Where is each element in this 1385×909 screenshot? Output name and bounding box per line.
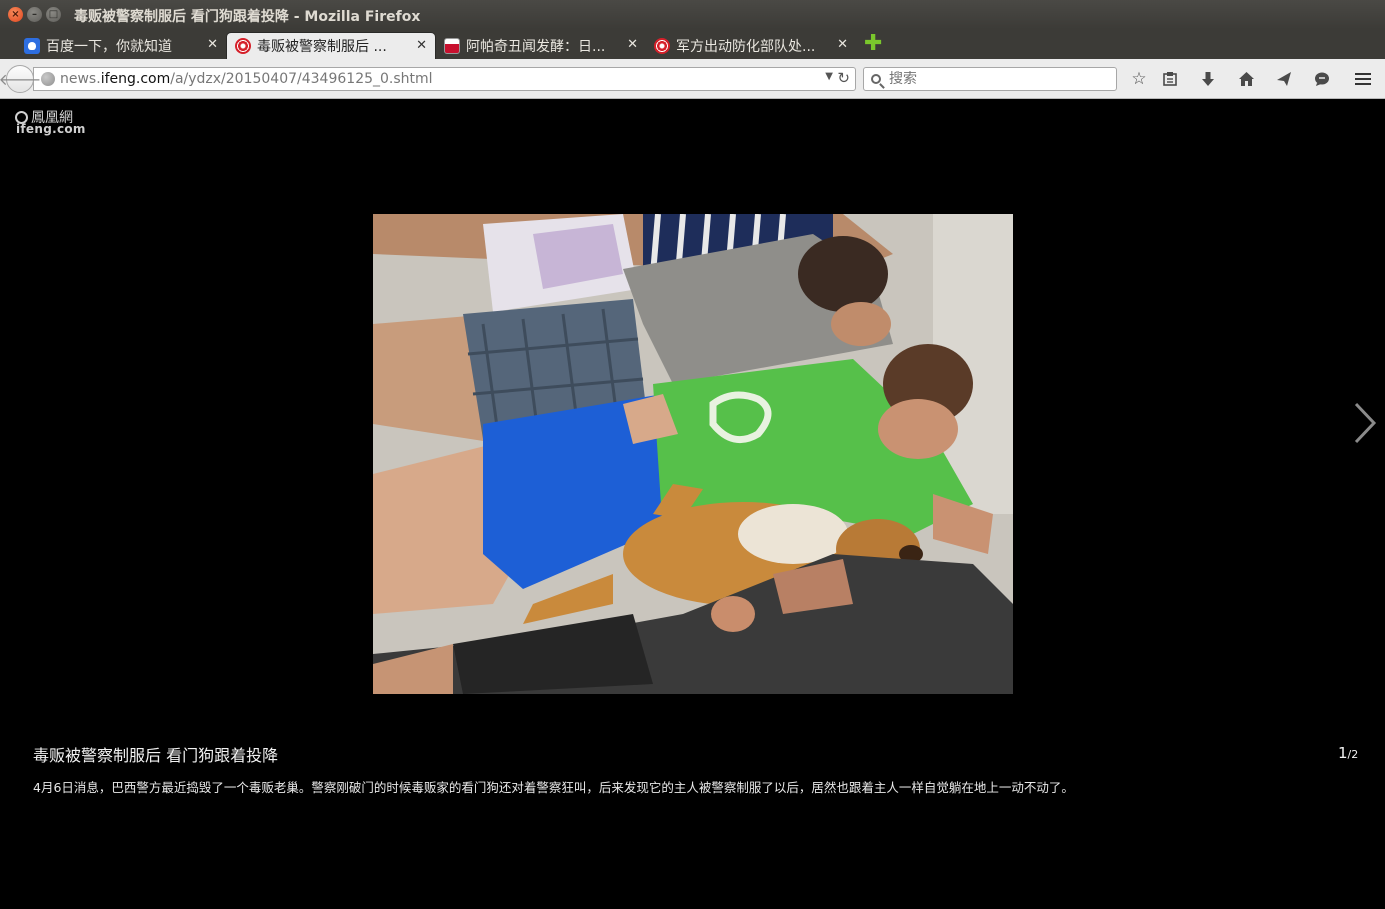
- tab-close-icon[interactable]: ✕: [627, 37, 638, 52]
- search-icon: [871, 74, 881, 84]
- tab-label: 阿帕奇丑闻发酵：日...: [466, 38, 606, 55]
- tab-label: 军方出动防化部队处...: [676, 38, 816, 55]
- news-photo: [373, 214, 1013, 694]
- url-bar[interactable]: news.ifeng.com/a/ydzx/20150407/43496125_…: [33, 67, 856, 91]
- logo-en: ifeng.com: [16, 122, 86, 136]
- pager-current: 1: [1338, 744, 1348, 762]
- tab-close-icon[interactable]: ✕: [207, 37, 218, 52]
- tab-military[interactable]: 军方出动防化部队处... ✕: [646, 32, 856, 59]
- photo-pager: 1/2: [1338, 743, 1358, 762]
- tab-apache[interactable]: 阿帕奇丑闻发酵：日... ✕: [436, 32, 646, 59]
- caption-title: 毒贩被警察制服后 看门狗跟着投降: [33, 746, 279, 765]
- tab-baidu[interactable]: 百度一下，你就知道 ✕: [16, 32, 226, 59]
- tab-close-icon[interactable]: ✕: [416, 38, 427, 53]
- tab-close-icon[interactable]: ✕: [837, 37, 848, 52]
- window-close-button[interactable]: ×: [8, 7, 23, 22]
- tab-label: 毒贩被警察制服后 ...: [257, 39, 387, 55]
- search-bar[interactable]: [863, 67, 1117, 91]
- ifeng-logo[interactable]: 鳳凰網 ifeng.com: [15, 107, 95, 136]
- share-send-icon[interactable]: [1273, 68, 1295, 90]
- pager-total: /2: [1347, 748, 1359, 761]
- bookmarks-menu-icon[interactable]: [1159, 68, 1181, 90]
- home-icon[interactable]: [1235, 68, 1257, 90]
- search-input[interactable]: [889, 71, 1109, 87]
- downloads-icon[interactable]: [1197, 68, 1219, 90]
- navigation-toolbar: news.ifeng.com/a/ydzx/20150407/43496125_…: [0, 59, 1385, 99]
- next-photo-arrow-icon[interactable]: [1352, 400, 1378, 446]
- url-text[interactable]: news.ifeng.com/a/ydzx/20150407/43496125_…: [60, 71, 433, 87]
- chat-hello-icon[interactable]: [1311, 68, 1333, 90]
- url-history-dropdown-icon[interactable]: ▼: [825, 71, 833, 82]
- back-button[interactable]: 🡐: [0, 65, 41, 93]
- reload-icon[interactable]: ↻: [837, 69, 850, 87]
- window-title: 毒贩被警察制服后 看门狗跟着投降 - Mozilla Firefox: [74, 9, 421, 25]
- caption-body: 4月6日消息，巴西警方最近捣毁了一个毒贩老巢。警察刚破门的时候毒贩家的看门狗还对…: [33, 780, 1074, 795]
- window-minimize-button[interactable]: –: [27, 7, 42, 22]
- flag-icon: [444, 37, 460, 54]
- ifeng-swirl-icon: [235, 38, 251, 54]
- tab-label: 百度一下，你就知道: [46, 38, 172, 55]
- site-identity-globe-icon[interactable]: [41, 72, 55, 86]
- hamburger-menu-icon[interactable]: [1352, 68, 1374, 90]
- new-tab-plus-icon[interactable]: ✚: [864, 33, 882, 55]
- baidu-paw-icon: [24, 37, 40, 54]
- ifeng-swirl-icon: [654, 37, 670, 54]
- bookmark-star-icon[interactable]: ☆: [1128, 68, 1150, 90]
- window-maximize-button[interactable]: □: [46, 7, 61, 22]
- back-arrow-icon: 🡐: [0, 70, 42, 89]
- window-titlebar: × – □ 毒贩被警察制服后 看门狗跟着投降 - Mozilla Firefox: [0, 0, 1385, 29]
- tab-strip: 百度一下，你就知道 ✕ 毒贩被警察制服后 ... ✕ 阿帕奇丑闻发酵：日... …: [0, 29, 1385, 59]
- tab-ifeng-active[interactable]: 毒贩被警察制服后 ... ✕: [226, 32, 436, 59]
- page-content: 鳳凰網 ifeng.com 毒贩被警察制服后 看门狗跟着投降 1/2 4月6日消…: [0, 100, 1385, 909]
